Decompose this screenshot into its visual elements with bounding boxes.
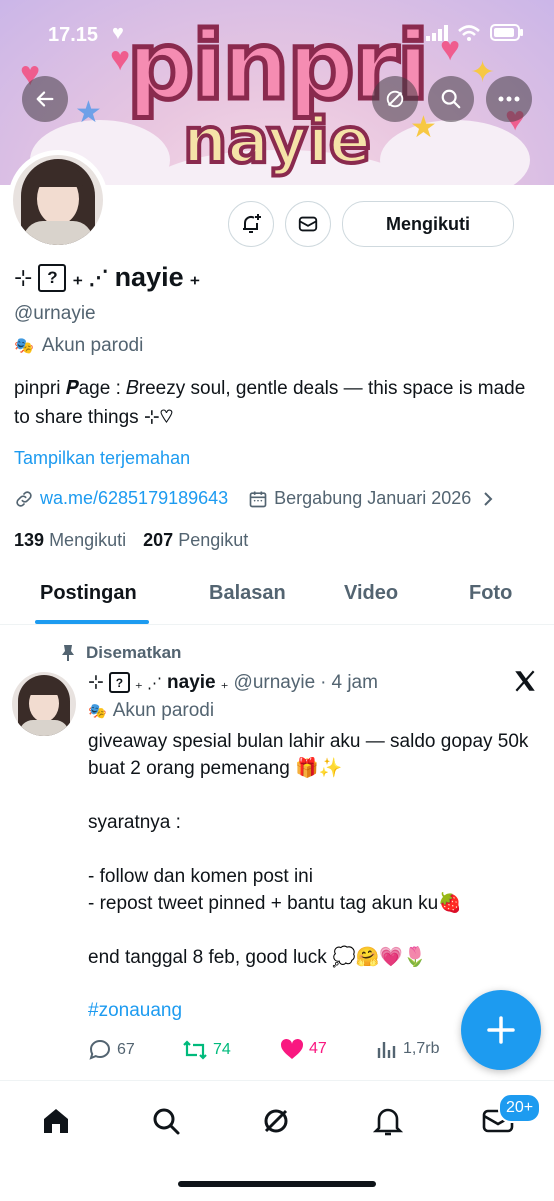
name-text: nayie xyxy=(114,262,184,292)
profile-meta: wa.me/6285179189643 Bergabung Januari 20… xyxy=(14,488,495,509)
post-hashtag[interactable]: #zonauang xyxy=(88,1000,182,1022)
chevron-right-icon[interactable] xyxy=(481,490,495,508)
bell-plus-icon xyxy=(243,214,261,233)
profile-bio: pinpri 𝑷age : 𝐵reezy soul, gentle deals … xyxy=(14,378,526,428)
post-avatar[interactable] xyxy=(12,672,76,736)
like-count: 47 xyxy=(309,1040,327,1057)
profile-link[interactable]: wa.me/6285179189643 xyxy=(40,488,228,509)
name-prefix: ⊹ xyxy=(14,264,33,290)
profile-tabs: Postingan Balasan Video Foto xyxy=(0,566,554,625)
grok-button[interactable] xyxy=(372,76,418,122)
post-parody-label: 🎭 Akun parodi xyxy=(88,700,214,722)
reply-button[interactable]: 67 xyxy=(88,1038,135,1062)
plus-icon xyxy=(487,1016,515,1044)
pinned-label: Disematkan xyxy=(60,643,181,663)
messages-badge: 20+ xyxy=(498,1093,542,1123)
following-count-link[interactable]: 139 Mengikuti xyxy=(14,530,126,550)
compose-button[interactable] xyxy=(461,990,541,1070)
name-decor: ₊ ⋰ xyxy=(72,267,109,289)
following-count: 139 xyxy=(14,530,45,550)
status-time: 17.15 xyxy=(48,24,99,46)
tab-replies[interactable]: Balasan xyxy=(209,582,286,605)
translate-link[interactable]: Tampilkan terjemahan xyxy=(14,448,190,469)
profile-display-name: ⊹ ? ₊ ⋰ nayie ₊ xyxy=(14,262,200,293)
post-parody-text: Akun parodi xyxy=(112,700,215,721)
parody-text: Akun parodi xyxy=(41,335,144,356)
more-button[interactable] xyxy=(486,76,532,122)
followers-count: 207 xyxy=(143,530,174,550)
joined-date: Bergabung Januari 2026 xyxy=(274,488,472,508)
nav-search[interactable] xyxy=(148,1103,184,1139)
back-button[interactable] xyxy=(22,76,68,122)
post-time: 4 jam xyxy=(331,671,378,693)
repost-count: 74 xyxy=(213,1041,231,1058)
nav-notifications[interactable] xyxy=(370,1103,406,1139)
grok-icon xyxy=(264,1109,288,1133)
pin-icon xyxy=(62,645,74,661)
post-author-prefix: ⊹ xyxy=(88,672,104,693)
post-dot: · xyxy=(320,671,327,693)
heart-icon xyxy=(280,1038,304,1059)
profile-avatar[interactable] xyxy=(8,150,108,250)
pinned-text: Disematkan xyxy=(86,643,182,662)
views-icon xyxy=(377,1042,396,1058)
repost-button[interactable]: 74 xyxy=(182,1038,231,1062)
following-label: Mengikuti xyxy=(49,530,127,550)
repost-icon xyxy=(183,1040,207,1060)
heart-status-icon: ♥ xyxy=(112,22,124,44)
following-button[interactable]: Mengikuti xyxy=(342,201,514,247)
search-icon xyxy=(153,1108,180,1135)
message-button[interactable] xyxy=(285,201,331,247)
profile-handle: @urnayie xyxy=(14,303,96,324)
tab-video[interactable]: Video xyxy=(344,582,398,605)
name-box-char: ? xyxy=(38,263,67,292)
post-author-box: ? xyxy=(108,672,130,693)
search-button[interactable] xyxy=(428,76,474,122)
notify-button[interactable] xyxy=(228,201,274,247)
views-button[interactable]: 1,7rb xyxy=(376,1038,439,1060)
avatar xyxy=(13,155,103,245)
post-header: ⊹ ? ₊ ⋰ nayie ₊ @urnayie · 4 jam xyxy=(88,671,378,694)
follow-counts: 139 Mengikuti 207 Pengikut xyxy=(14,530,248,551)
search-icon xyxy=(441,89,461,109)
nav-home[interactable] xyxy=(38,1103,74,1139)
grok-icon xyxy=(386,90,404,108)
post-author-name[interactable]: nayie xyxy=(167,672,216,694)
mask-icon: 🎭 xyxy=(88,703,107,720)
post-text: giveaway spesial bulan lahir aku — saldo… xyxy=(88,731,529,968)
reply-icon xyxy=(89,1039,111,1060)
nav-grok[interactable] xyxy=(258,1103,294,1139)
post-author-decor: ₊ ⋰ xyxy=(134,674,163,692)
mask-icon: 🎭 xyxy=(14,338,34,355)
post-author-suffix: ₊ xyxy=(220,674,229,692)
calendar-icon xyxy=(249,491,267,507)
post-author-handle[interactable]: @urnayie xyxy=(234,672,316,694)
status-bar: 17.15 ♥ xyxy=(0,14,554,54)
mail-icon xyxy=(298,216,318,232)
back-arrow-icon xyxy=(36,91,54,107)
wifi-icon xyxy=(458,24,480,41)
home-icon xyxy=(44,1109,68,1133)
signal-icon xyxy=(426,24,448,41)
more-icon xyxy=(498,96,520,102)
tab-posts[interactable]: Postingan xyxy=(40,582,137,605)
x-logo-icon xyxy=(512,668,538,702)
link-icon xyxy=(16,490,32,507)
parody-label: 🎭 Akun parodi xyxy=(14,335,143,357)
bell-icon xyxy=(373,1108,403,1136)
reply-count: 67 xyxy=(117,1041,135,1058)
active-tab-indicator xyxy=(35,620,149,624)
battery-icon xyxy=(490,24,523,41)
name-suffix: ₊ xyxy=(189,267,201,289)
like-button[interactable]: 47 xyxy=(280,1038,327,1060)
followers-count-link[interactable]: 207 Pengikut xyxy=(143,530,248,550)
followers-label: Pengikut xyxy=(178,530,249,550)
views-count: 1,7rb xyxy=(403,1040,440,1057)
tab-photos[interactable]: Foto xyxy=(469,582,512,605)
home-indicator xyxy=(178,1181,376,1187)
